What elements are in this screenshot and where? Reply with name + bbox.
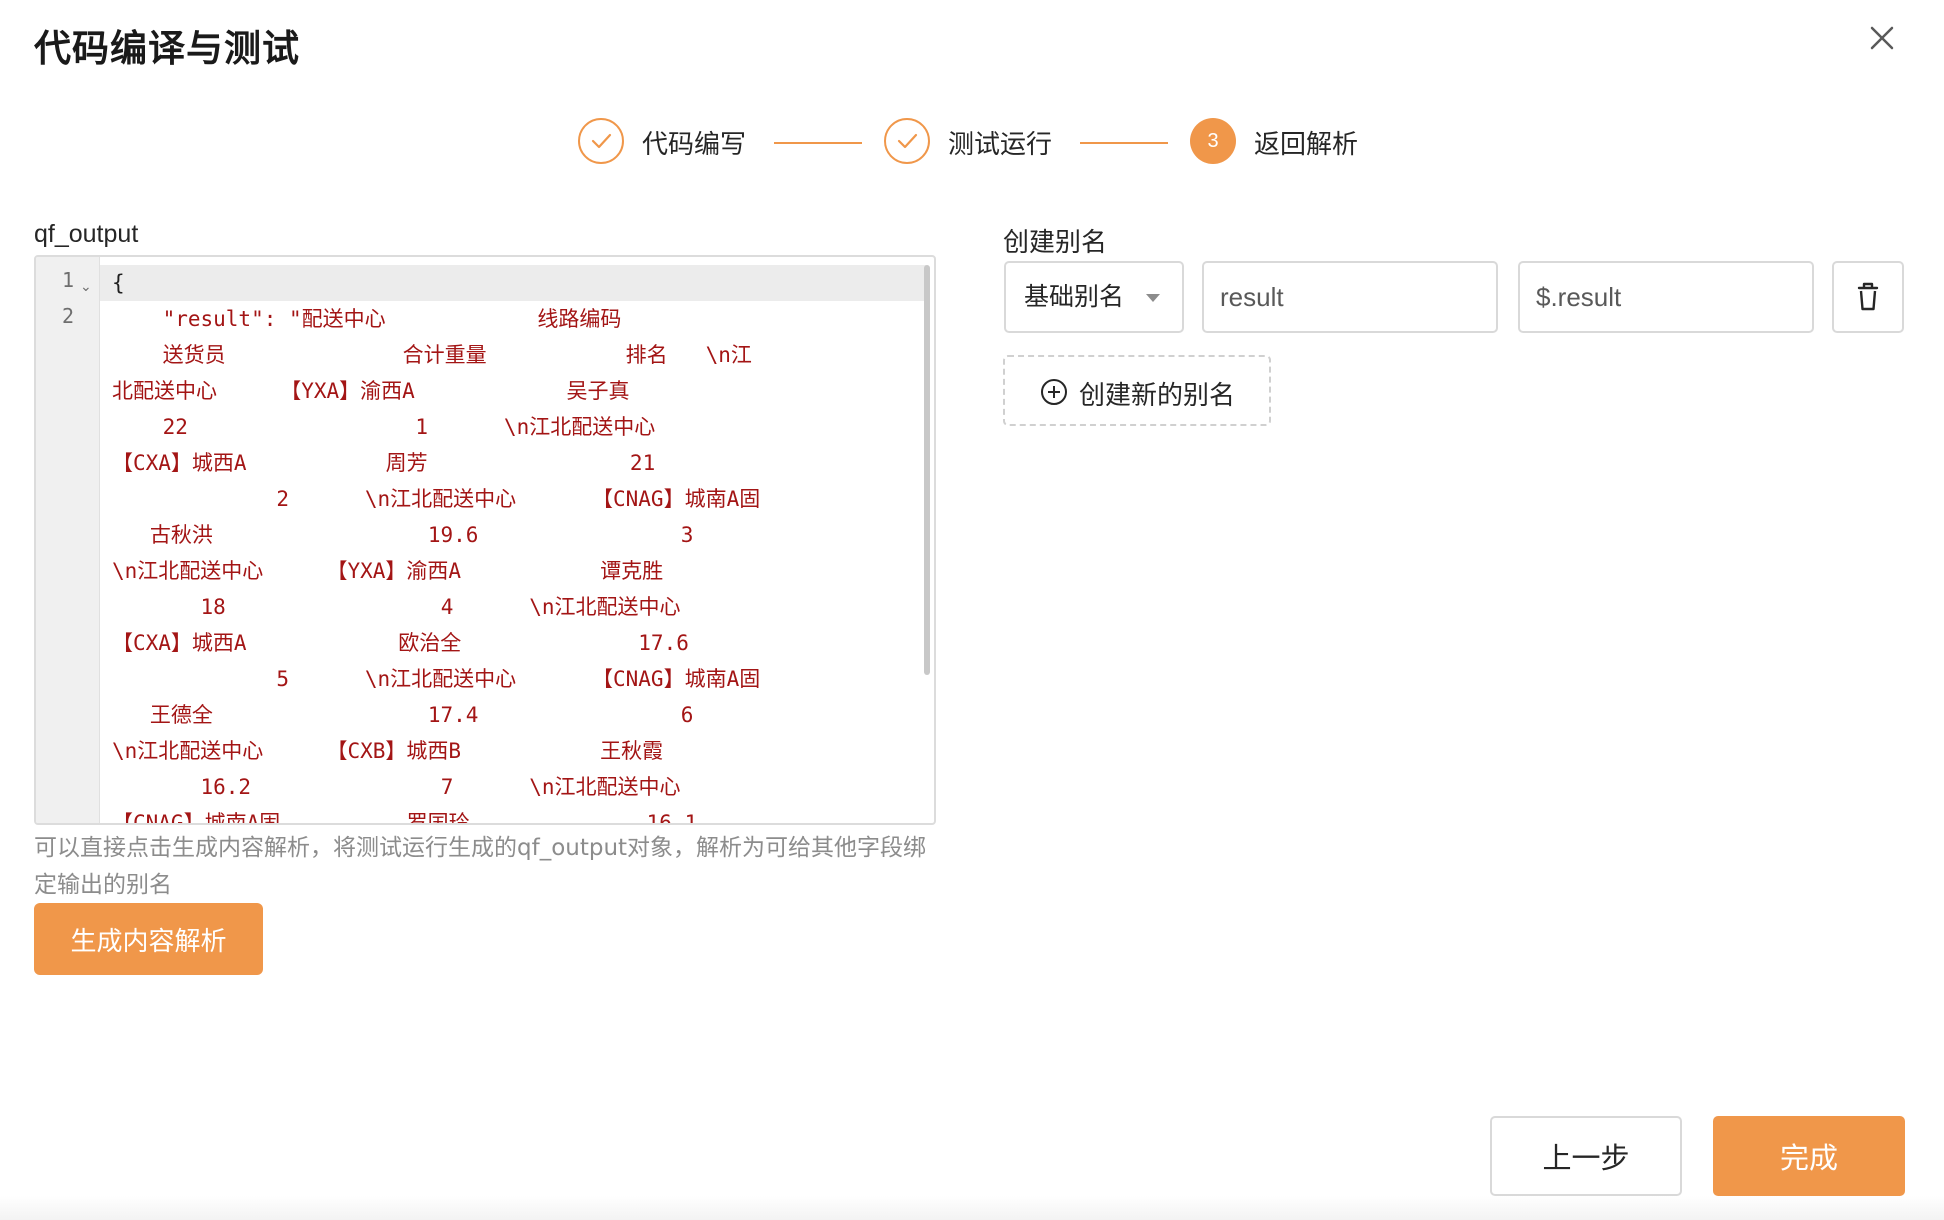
step-1-label: 代码编写 bbox=[642, 130, 747, 160]
code-line: 【CXA】城西A 周芳 21 bbox=[112, 451, 656, 475]
generate-parse-button[interactable]: 生成内容解析 bbox=[34, 903, 263, 975]
alias-path-input[interactable] bbox=[1518, 261, 1814, 333]
create-alias-label: 创建新的别名 bbox=[1079, 381, 1236, 411]
alias-section-label: 创建别名 bbox=[1003, 228, 1108, 258]
step-2-check-circle bbox=[884, 118, 930, 164]
code-line: "result": "配送中心 线路编码 bbox=[112, 307, 622, 331]
line-number: 2 bbox=[61, 304, 74, 328]
fold-chevron-icon[interactable]: ⌄ bbox=[80, 279, 92, 295]
line-number: 1 bbox=[61, 268, 74, 292]
parse-hint-text: 可以直接点击生成内容解析，将测试运行生成的qf_output对象，解析为可给其他… bbox=[34, 835, 927, 898]
close-icon bbox=[1870, 26, 1894, 50]
code-line: 古秋洪 19.6 3 bbox=[112, 523, 694, 547]
code-line: 王德全 17.4 6 bbox=[112, 703, 694, 727]
code-line: { bbox=[112, 271, 125, 295]
dialog-title: 代码编译与测试 bbox=[34, 27, 300, 70]
code-line: 【CNAG】城南A固 罗国玲 16.1 bbox=[112, 811, 698, 825]
line-number-gutter: 1 ⌄ 2 bbox=[36, 257, 100, 823]
output-field-label: qf_output bbox=[34, 220, 139, 248]
step-3-label: 返回解析 bbox=[1254, 130, 1359, 160]
code-line: \n江北配送中心 【YXA】渝西A 谭克胜 bbox=[112, 559, 664, 583]
code-line: 18 4 \n江北配送中心 bbox=[112, 595, 681, 619]
code-line: 送货员 合计重量 排名 \n江 bbox=[112, 343, 752, 367]
code-line: 2 \n江北配送中心 【CNAG】城南A固 bbox=[112, 487, 761, 511]
step-connector bbox=[774, 142, 862, 144]
delete-alias-button[interactable] bbox=[1832, 261, 1904, 333]
footer-shade bbox=[0, 1196, 1944, 1220]
code-content[interactable]: { "result": "配送中心 线路编码 送货员 合计重量 排名 \n江 北配… bbox=[112, 265, 918, 825]
caret-down-icon bbox=[1146, 294, 1160, 302]
step-connector bbox=[1080, 142, 1168, 144]
code-line: 5 \n江北配送中心 【CNAG】城南A固 bbox=[112, 667, 761, 691]
trash-icon bbox=[1857, 282, 1879, 311]
alias-type-value: 基础别名 bbox=[1024, 282, 1125, 311]
finish-button[interactable]: 完成 bbox=[1713, 1116, 1905, 1196]
alias-name-input[interactable] bbox=[1202, 261, 1498, 333]
plus-circle-icon bbox=[1041, 379, 1067, 405]
check-icon bbox=[897, 133, 918, 149]
step-3-number: 3 bbox=[1190, 118, 1236, 164]
step-1-check-circle bbox=[578, 118, 624, 164]
code-line: 【CXA】城西A 欧治全 17.6 bbox=[112, 631, 689, 655]
create-alias-button[interactable]: 创建新的别名 bbox=[1003, 355, 1271, 426]
code-editor[interactable]: 1 ⌄ 2 { "result": "配送中心 线路编码 送货员 合计重量 排名… bbox=[34, 255, 936, 825]
editor-scrollbar[interactable] bbox=[924, 265, 930, 675]
code-line: \n江北配送中心 【CXB】城西B 王秋霞 bbox=[112, 739, 664, 763]
alias-type-select[interactable]: 基础别名 bbox=[1004, 261, 1184, 333]
previous-step-button[interactable]: 上一步 bbox=[1490, 1116, 1682, 1196]
check-icon bbox=[591, 133, 612, 149]
code-line: 16.2 7 \n江北配送中心 bbox=[112, 775, 681, 799]
code-line: 北配送中心 【YXA】渝西A 吴子真 bbox=[112, 379, 630, 403]
close-button[interactable] bbox=[1862, 18, 1902, 58]
step-2-label: 测试运行 bbox=[948, 130, 1053, 160]
code-line: 22 1 \n江北配送中心 bbox=[112, 415, 656, 439]
